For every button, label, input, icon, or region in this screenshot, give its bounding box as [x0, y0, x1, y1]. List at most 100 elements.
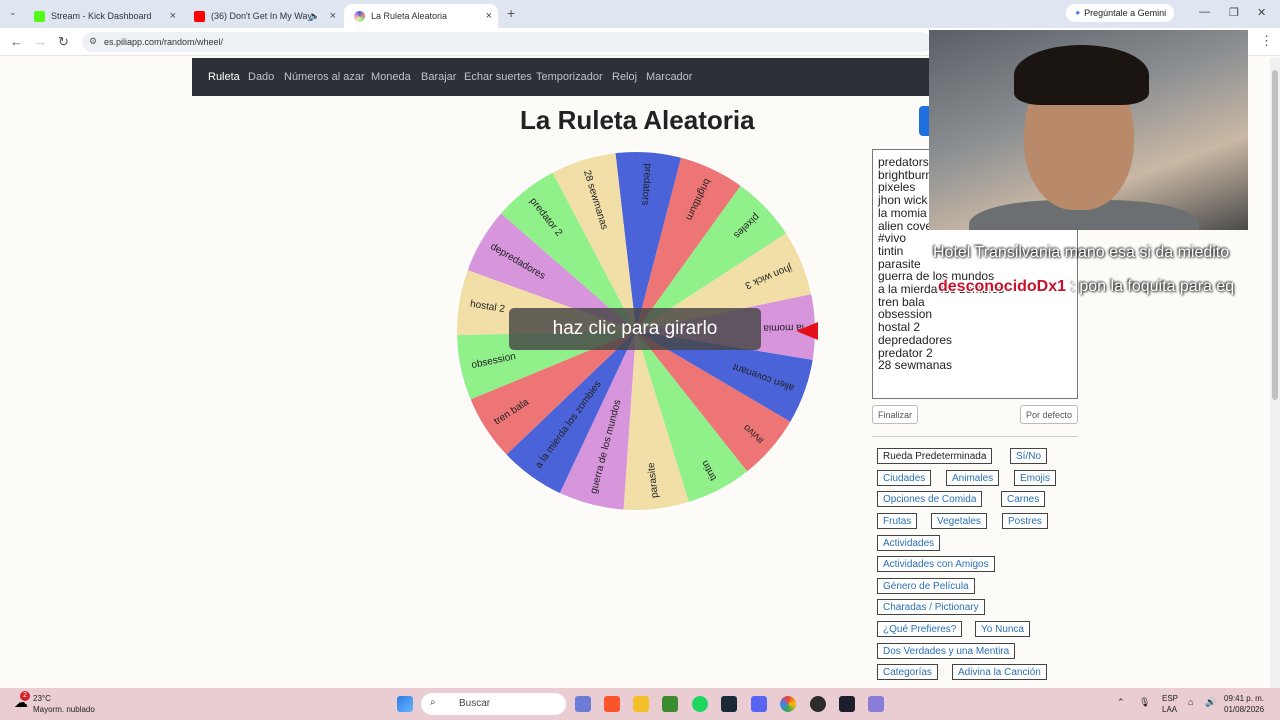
preset-dos-verdades[interactable]: Dos Verdades y una Mentira	[877, 643, 1016, 659]
preset-categorias[interactable]: Categorías	[877, 664, 938, 680]
network-icon[interactable]: ⌂	[1188, 697, 1193, 707]
tab-list-chevron-icon[interactable]: ⌄	[9, 7, 17, 18]
nav-item-numeros[interactable]: Números al azar	[284, 71, 365, 83]
copilot-icon[interactable]	[575, 696, 591, 712]
back-arrow-icon[interactable]: ←	[10, 34, 23, 49]
obs-icon[interactable]	[810, 696, 826, 712]
language-indicator[interactable]: ESP LAA	[1162, 693, 1178, 715]
windows-taskbar: ☁ 2 23°C Mayorm. nublado ⌕ Buscar ⌃ 🎙 ES…	[0, 688, 1280, 720]
nav-item-dado[interactable]: Dado	[248, 71, 274, 83]
weather-badge: 2	[20, 691, 30, 701]
page-title: La Ruleta Aleatoria	[520, 105, 755, 135]
entry-line: 28 sewmanas	[878, 358, 953, 373]
default-button[interactable]: Por defecto	[1020, 405, 1079, 424]
microphone-icon[interactable]: 🎙	[1139, 697, 1150, 708]
lang-top: ESP	[1162, 694, 1179, 703]
weather-temp: 23°C	[33, 694, 51, 703]
tab-kick-dashboard[interactable]: Stream - Kick Dashboard ×	[24, 4, 182, 28]
preset-emojis[interactable]: Emojis	[1014, 470, 1057, 486]
finish-button[interactable]: Finalizar	[872, 405, 919, 424]
minimize-icon[interactable]: —	[1199, 6, 1210, 18]
minecraft-icon[interactable]	[662, 696, 678, 712]
preset-vegetales[interactable]: Vegetales	[931, 513, 987, 529]
clock-time: 09:41 p. m.	[1224, 694, 1265, 703]
nav-item-barajar[interactable]: Barajar	[421, 71, 456, 83]
nav-item-temporizador[interactable]: Temporizador	[536, 71, 603, 83]
discord-icon[interactable]	[751, 696, 767, 712]
site-info-icon[interactable]: ⚙	[89, 36, 97, 47]
gemini-button[interactable]: ✦ Pregúntale a Gemini	[1066, 4, 1175, 22]
preset-ciudades[interactable]: Ciudades	[877, 470, 932, 486]
preset-si-no[interactable]: Sí/No	[1010, 448, 1048, 464]
entry-line: depredadores	[878, 332, 953, 347]
windows-start-icon[interactable]	[397, 696, 413, 712]
forward-arrow-icon[interactable]: →	[34, 34, 47, 49]
chat-text: Hotel Transilvania mano esa si da miedit…	[933, 244, 1230, 261]
nav-item-ruleta[interactable]: Ruleta	[208, 71, 240, 83]
page-scrollbar[interactable]	[1270, 58, 1280, 688]
tab-youtube[interactable]: (36) Don't Get In My Way - 🔈 ×	[184, 4, 342, 28]
app-icon[interactable]	[839, 696, 855, 712]
nav-item-moneda[interactable]: Moneda	[371, 71, 411, 83]
taskbar-search[interactable]: ⌕ Buscar	[421, 693, 566, 715]
browser-menu-icon[interactable]: ⋮	[1260, 33, 1273, 49]
new-tab-plus-icon[interactable]: +	[507, 5, 515, 21]
tray-chevron-icon[interactable]: ⌃	[1117, 697, 1125, 708]
preset-yo-nunca[interactable]: Yo Nunca	[975, 621, 1030, 637]
steam-icon[interactable]	[721, 696, 737, 712]
file-explorer-icon[interactable]	[633, 696, 649, 712]
clock-date: 01/08/2026	[1224, 705, 1265, 714]
volume-icon[interactable]: 🔊	[1205, 697, 1216, 708]
preset-rueda-predeterminada[interactable]: Rueda Predeterminada	[877, 448, 993, 464]
browser-tab-bar: ⌄ Stream - Kick Dashboard × (36) Don't G…	[0, 0, 1280, 28]
chat-text: : pon la foquita para eq	[1070, 278, 1235, 295]
scrollbar-thumb[interactable]	[1272, 70, 1278, 400]
tab-label: (36) Don't Get In My Way -	[211, 11, 318, 21]
entry-line: hostal 2	[878, 320, 921, 335]
spotify-icon[interactable]	[692, 696, 708, 712]
reload-icon[interactable]: ↻	[58, 34, 69, 50]
chat-message: Hotel Transilvania mano esa si da miedit…	[933, 244, 1229, 262]
speaker-icon[interactable]: 🔈	[309, 11, 320, 22]
preset-opciones-comida[interactable]: Opciones de Comida	[877, 491, 983, 507]
taskbar-clock[interactable]: 09:41 p. m. 01/08/2026	[1224, 693, 1264, 715]
chrome-icon[interactable]	[780, 696, 796, 712]
chat-username: desconocidoDx1	[938, 278, 1067, 295]
preset-adivina-cancion[interactable]: Adivina la Canción	[952, 664, 1047, 680]
kick-icon	[34, 10, 45, 22]
gemini-sparkle-icon: ✦	[1074, 8, 1082, 18]
window-close-icon[interactable]: ✕	[1257, 6, 1266, 19]
webcam-person-hair	[1014, 45, 1149, 105]
nav-item-reloj[interactable]: Reloj	[612, 71, 637, 83]
url-text: es.piliapp.com/random/wheel/	[104, 37, 224, 47]
preset-genero-pelicula[interactable]: Género de Película	[877, 578, 975, 594]
close-icon[interactable]: ×	[486, 10, 492, 22]
search-icon: ⌕	[430, 697, 436, 708]
brave-icon[interactable]	[604, 696, 620, 712]
close-icon[interactable]: ×	[170, 10, 176, 22]
spin-button[interactable]: haz clic para girarlo	[509, 308, 761, 350]
preset-animales[interactable]: Animales	[946, 470, 1000, 486]
preset-postres[interactable]: Postres	[1002, 513, 1048, 529]
preset-carnes[interactable]: Carnes	[1001, 491, 1046, 507]
nav-item-echar-suertes[interactable]: Echar suertes	[464, 71, 532, 83]
preset-que-prefieres[interactable]: ¿Qué Prefieres?	[877, 621, 963, 637]
url-field[interactable]: ⚙ es.piliapp.com/random/wheel/	[82, 32, 932, 52]
weather-widget[interactable]: 23°C Mayorm. nublado	[33, 693, 95, 715]
weather-desc: Mayorm. nublado	[33, 705, 95, 714]
app-icon-2[interactable]	[868, 696, 884, 712]
preset-frutas[interactable]: Frutas	[877, 513, 918, 529]
preset-charadas[interactable]: Charadas / Pictionary	[877, 599, 985, 615]
preset-actividades[interactable]: Actividades	[877, 535, 941, 551]
gemini-label: Pregúntale a Gemini	[1084, 8, 1167, 18]
preset-actividades-amigos[interactable]: Actividades con Amigos	[877, 556, 995, 572]
tab-ruleta[interactable]: La Ruleta Aleatoria ×	[344, 4, 498, 28]
chat-message: desconocidoDx1 : pon la foquita para eq	[938, 278, 1234, 296]
restore-icon[interactable]: ❐	[1229, 6, 1239, 19]
nav-item-marcador[interactable]: Marcador	[646, 71, 692, 83]
lang-bottom: LAA	[1162, 705, 1178, 714]
tab-label: La Ruleta Aleatoria	[371, 11, 448, 21]
close-icon[interactable]: ×	[330, 10, 336, 22]
site-navbar: Ruleta Dado Números al azar Moneda Baraj…	[192, 58, 929, 96]
divider	[872, 436, 1078, 437]
